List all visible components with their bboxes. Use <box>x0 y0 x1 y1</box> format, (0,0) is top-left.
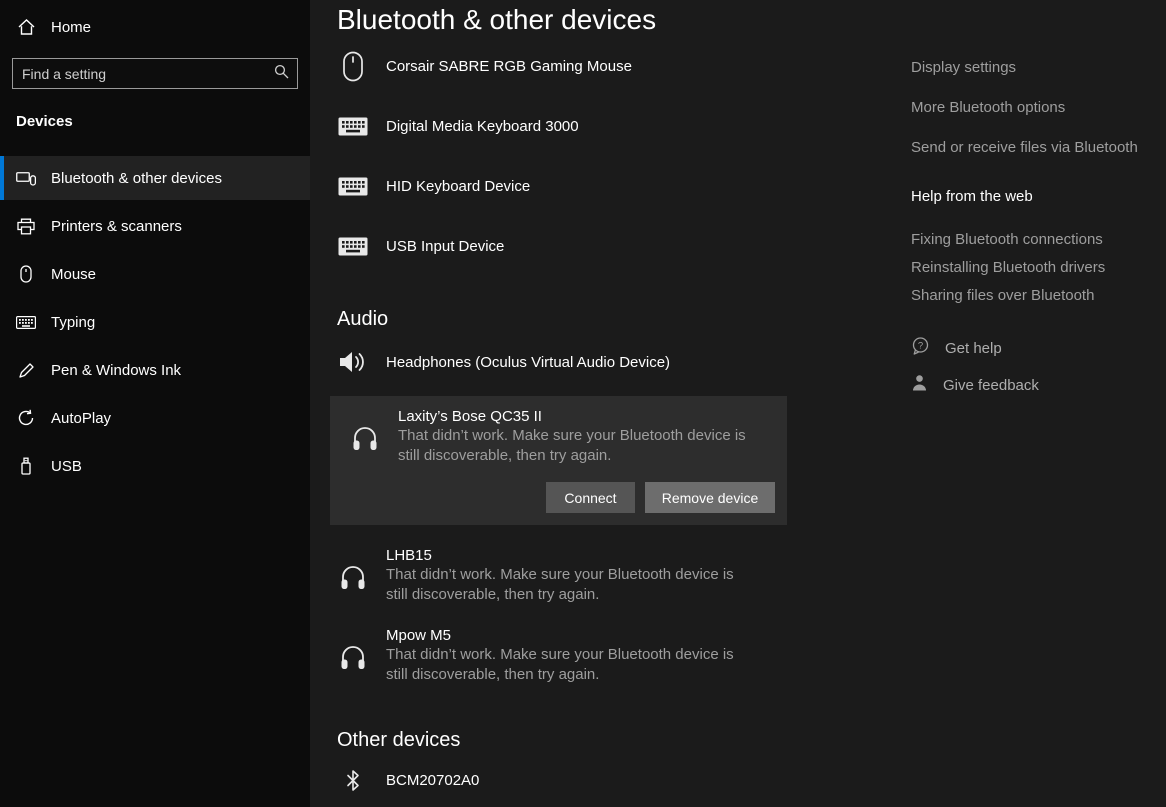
keyboard-icon <box>337 237 369 256</box>
search-input[interactable] <box>13 59 274 88</box>
link-send-receive-files[interactable]: Send or receive files via Bluetooth <box>911 138 1161 158</box>
device-name: USB Input Device <box>386 237 505 255</box>
settings-window: Home Devices Bluetooth & other devices <box>0 0 1166 807</box>
sidebar-item-autoplay[interactable]: AutoPlay <box>0 396 310 440</box>
sidebar-item-label: Typing <box>51 313 96 331</box>
autoplay-icon <box>16 408 36 428</box>
keyboard-icon <box>337 177 369 196</box>
svg-text:?: ? <box>918 340 923 351</box>
device-name: Corsair SABRE RGB Gaming Mouse <box>386 57 632 75</box>
audio-section-heading: Audio <box>337 308 389 330</box>
keyboard-icon <box>16 312 36 332</box>
remove-device-button[interactable]: Remove device <box>645 482 775 513</box>
pen-icon <box>16 360 36 380</box>
connect-button[interactable]: Connect <box>546 482 635 513</box>
device-status: That didn’t work. Make sure your Bluetoo… <box>398 427 746 464</box>
device-name: Laxity’s Bose QC35 II <box>398 408 542 425</box>
mouse-icon <box>16 264 36 284</box>
help-from-web-heading: Help from the web <box>911 188 1033 205</box>
search-icon[interactable] <box>274 64 289 84</box>
sidebar-item-label: AutoPlay <box>51 409 112 427</box>
device-name: LHB15 <box>386 547 432 564</box>
device-status: That didn’t work. Make sure your Bluetoo… <box>386 566 734 603</box>
main-content: Bluetooth & other devices Corsair SABRE … <box>310 0 910 807</box>
get-help-icon: ? <box>911 337 930 361</box>
mouse-icon <box>337 51 369 82</box>
printer-icon <box>16 216 36 236</box>
headphones-icon <box>349 410 381 466</box>
sidebar-item-label: Mouse <box>51 265 97 283</box>
get-help-link[interactable]: ? Get help <box>911 337 1161 361</box>
give-feedback-label: Give feedback <box>943 376 1039 394</box>
device-row-mpow-m5[interactable]: Mpow M5 That didn’t work. Make sure your… <box>337 627 910 685</box>
bluetooth-icon <box>337 769 369 792</box>
devices-icon <box>16 168 36 188</box>
selected-indicator <box>0 156 4 200</box>
speaker-icon <box>337 348 369 376</box>
sidebar-item-mouse[interactable]: Mouse <box>0 252 310 296</box>
headphones-icon <box>337 549 369 605</box>
sidebar-item-bluetooth-other-devices[interactable]: Bluetooth & other devices <box>0 156 310 200</box>
device-row-usb-input[interactable]: USB Input Device <box>337 216 910 276</box>
sidebar-item-label: Bluetooth & other devices <box>51 169 222 187</box>
device-row-oculus-headphones[interactable]: Headphones (Oculus Virtual Audio Device) <box>337 332 910 392</box>
device-row-digital-media-keyboard[interactable]: Digital Media Keyboard 3000 <box>337 96 910 156</box>
give-feedback-link[interactable]: Give feedback <box>911 374 1161 397</box>
page-title: Bluetooth & other devices <box>337 4 657 35</box>
device-status: That didn’t work. Make sure your Bluetoo… <box>386 646 734 683</box>
sidebar-item-usb[interactable]: USB <box>0 444 310 488</box>
device-name: Digital Media Keyboard 3000 <box>386 117 579 135</box>
related-settings: Display settings More Bluetooth options … <box>911 0 1161 397</box>
sidebar-item-typing[interactable]: Typing <box>0 300 310 344</box>
sidebar-item-label: USB <box>51 457 82 475</box>
headphones-icon <box>337 629 369 685</box>
link-more-bluetooth-options[interactable]: More Bluetooth options <box>911 98 1161 118</box>
device-row-bcm20702a0[interactable]: BCM20702A0 <box>337 753 910 807</box>
sidebar-section-devices: Devices <box>16 113 73 130</box>
home-label: Home <box>51 18 92 36</box>
sidebar-item-printers-scanners[interactable]: Printers & scanners <box>0 204 310 248</box>
device-panel-bose-qc35[interactable]: Laxity’s Bose QC35 II That didn’t work. … <box>330 396 787 525</box>
device-name: Headphones (Oculus Virtual Audio Device) <box>386 353 671 371</box>
sidebar-item-label: Pen & Windows Ink <box>51 361 182 379</box>
device-name: BCM20702A0 <box>386 771 480 789</box>
device-name: Mpow M5 <box>386 627 452 644</box>
sidebar-item-pen-windows-ink[interactable]: Pen & Windows Ink <box>0 348 310 392</box>
device-row-lhb15[interactable]: LHB15 That didn’t work. Make sure your B… <box>337 547 910 605</box>
sidebar-nav: Bluetooth & other devices Printers & sca… <box>0 156 310 488</box>
feedback-icon <box>911 374 928 397</box>
link-reinstalling-bluetooth-drivers[interactable]: Reinstalling Bluetooth drivers <box>911 258 1161 278</box>
sidebar-item-label: Printers & scanners <box>51 217 182 235</box>
link-display-settings[interactable]: Display settings <box>911 58 1161 78</box>
device-row-corsair-mouse[interactable]: Corsair SABRE RGB Gaming Mouse <box>337 36 910 96</box>
device-name: HID Keyboard Device <box>386 177 531 195</box>
link-sharing-files-over-bluetooth[interactable]: Sharing files over Bluetooth <box>911 286 1161 306</box>
link-fixing-bluetooth-connections[interactable]: Fixing Bluetooth connections <box>911 230 1161 250</box>
sidebar-item-home[interactable]: Home <box>16 14 310 40</box>
other-devices-heading: Other devices <box>337 729 461 751</box>
sidebar: Home Devices Bluetooth & other devices <box>0 0 310 807</box>
device-row-hid-keyboard[interactable]: HID Keyboard Device <box>337 156 910 216</box>
keyboard-icon <box>337 117 369 136</box>
usb-icon <box>16 456 36 476</box>
get-help-label: Get help <box>945 340 1002 357</box>
search-box[interactable] <box>12 58 298 89</box>
home-icon <box>16 17 36 37</box>
